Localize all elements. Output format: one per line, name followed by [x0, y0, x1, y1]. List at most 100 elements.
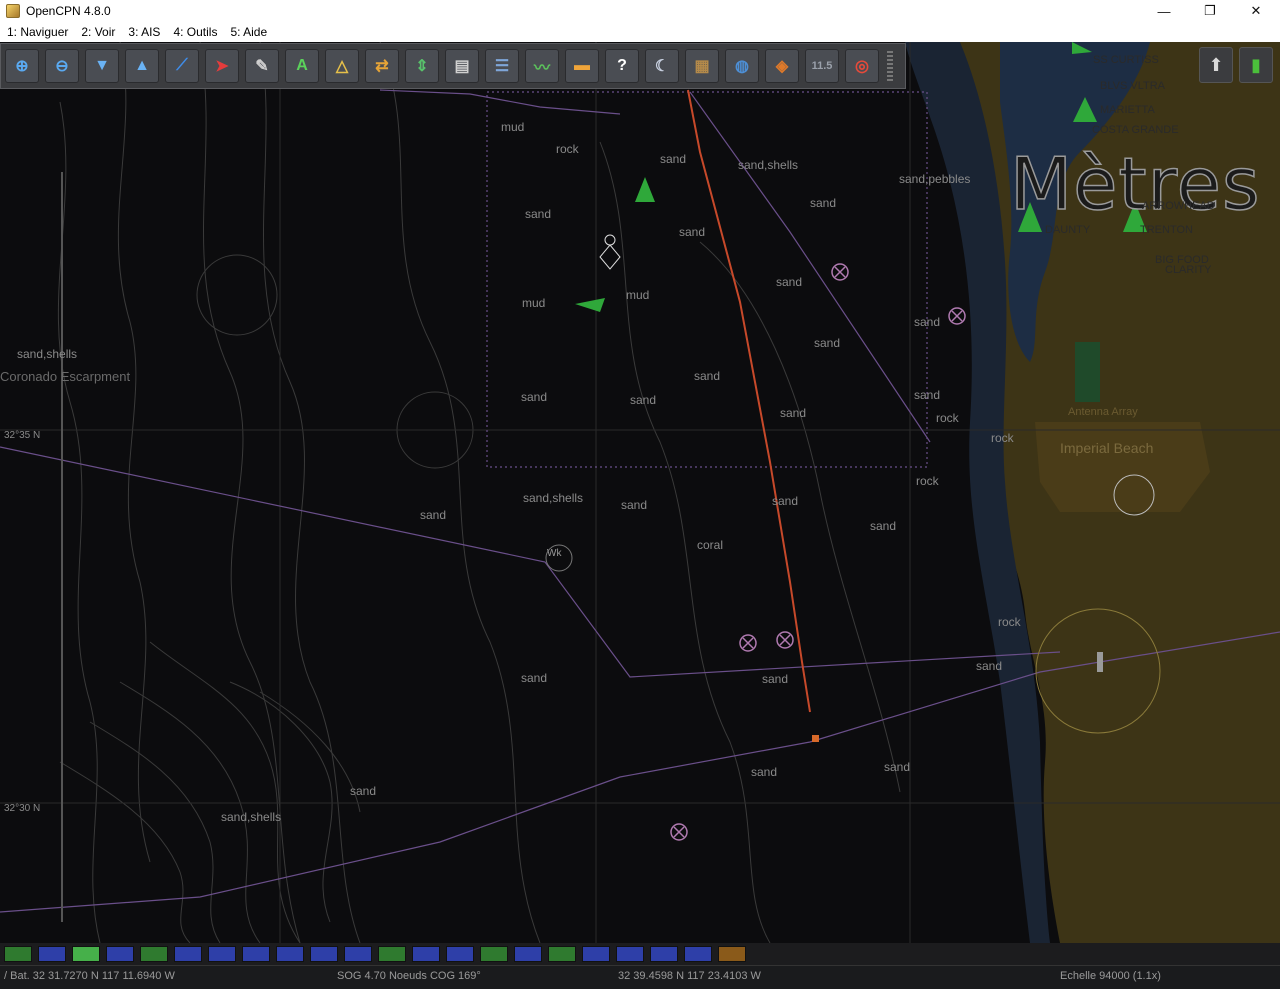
seabed-label: sand: [762, 672, 789, 686]
piano-key[interactable]: [208, 946, 236, 962]
piano-key[interactable]: [276, 946, 304, 962]
route-line: [687, 89, 811, 713]
auto-follow-icon[interactable]: ➤: [205, 49, 239, 83]
ship-label: BLVS VLTRA: [1100, 80, 1166, 92]
menu-help[interactable]: 5: Aide: [230, 25, 267, 39]
route-icon[interactable]: ⟋: [165, 49, 199, 83]
piano-key[interactable]: [106, 946, 134, 962]
piano-key[interactable]: [548, 946, 576, 962]
radar-icon[interactable]: ◈: [765, 49, 799, 83]
menu-ais[interactable]: 3: AIS: [128, 25, 160, 39]
piano-key[interactable]: [344, 946, 372, 962]
ship-position-status: / Bat. 32 31.7270 N 117 11.6940 W: [4, 970, 175, 982]
lifebuoy-icon[interactable]: ◎: [845, 49, 879, 83]
text-icon[interactable]: A: [285, 49, 319, 83]
zoom-in-icon[interactable]: ⊕: [5, 49, 39, 83]
menu-tools[interactable]: 4: Outils: [173, 25, 217, 39]
seabed-label: mud: [522, 296, 546, 310]
piano-key[interactable]: [310, 946, 338, 962]
dashboard-icon[interactable]: 11.5: [805, 49, 839, 83]
seabed-label: sand,pebbles: [899, 172, 971, 186]
antenna-label: Antenna Array: [1068, 406, 1138, 418]
toolbar-grip[interactable]: [887, 51, 893, 81]
park-area: [1075, 342, 1100, 402]
main-toolbar: ⊕ ⊖ ▼ ▲ ⟋ ➤ ✎ A △ ⇄ ⇕ ▤ ☰ 〰 ▬? ☾ ▦ ◍ ◈ 11.5 ◎: [0, 43, 906, 89]
print-icon[interactable]: ▤: [445, 49, 479, 83]
menu-navigate[interactable]: 1: Naviguer: [7, 25, 68, 39]
seabed-label: sand: [776, 275, 803, 289]
seabed-label: mud: [626, 288, 650, 302]
help-icon[interactable]: ?: [605, 49, 639, 83]
piano-key[interactable]: [616, 946, 644, 962]
settings-icon[interactable]: ✎: [245, 49, 279, 83]
color-scheme-icon[interactable]: ▬: [565, 49, 599, 83]
current-icon[interactable]: ⇄: [365, 49, 399, 83]
ship-label: TRENTON: [1140, 224, 1193, 236]
lat-label-30: 32°30 N: [4, 803, 41, 814]
piano-key[interactable]: [174, 946, 202, 962]
urban-area: [1035, 422, 1210, 512]
piano-key[interactable]: [72, 946, 100, 962]
seabed-label: sand: [525, 207, 552, 221]
piano-key[interactable]: [684, 946, 712, 962]
window-title: OpenCPN 4.8.0: [26, 4, 111, 18]
seabed-label: sand: [914, 388, 941, 402]
escarpment-label: Coronado Escarpment: [0, 369, 131, 384]
scale-in-icon[interactable]: ▼: [85, 49, 119, 83]
seabed-label: sand: [870, 519, 897, 533]
close-button[interactable]: ✕: [1233, 0, 1279, 22]
seabed-label: sand: [772, 494, 799, 508]
menu-view[interactable]: 2: Voir: [81, 25, 115, 39]
wreck-label: Wk: [547, 548, 562, 559]
seabed-label: sand: [679, 225, 706, 239]
opencpn-window: OpenCPN 4.8.0 — ❐ ✕ 1: Naviguer 2: Voir …: [0, 0, 1280, 989]
route-manager-icon[interactable]: ☰: [485, 49, 519, 83]
piano-key[interactable]: [38, 946, 66, 962]
piano-key[interactable]: [480, 946, 508, 962]
piano-key[interactable]: [446, 946, 474, 962]
status-bar: / Bat. 32 31.7270 N 117 11.6940 W SOG 4.…: [0, 965, 1280, 989]
seabed-label: sand: [751, 765, 778, 779]
seabed-label: rock: [991, 431, 1014, 445]
compass-icon[interactable]: ⬆: [1199, 47, 1233, 83]
piano-key[interactable]: [412, 946, 440, 962]
measure-icon[interactable]: ⇕: [405, 49, 439, 83]
globe-icon[interactable]: ◍: [725, 49, 759, 83]
hazard-markers: [670, 263, 966, 841]
seabed-label: sand: [780, 406, 807, 420]
scale-out-icon[interactable]: ▲: [125, 49, 159, 83]
piano-key[interactable]: [650, 946, 678, 962]
seabed-label: sand: [420, 508, 447, 522]
ship-label: CLARITY: [1165, 264, 1212, 276]
chart-canvas[interactable]: Mètres Coronado Escarpment 32°35 N 32°30…: [0, 42, 1280, 943]
seabed-label: sand: [914, 315, 941, 329]
seabed-label: sand,shells: [17, 347, 78, 361]
piano-key[interactable]: [718, 946, 746, 962]
piano-key[interactable]: [140, 946, 168, 962]
maximize-button[interactable]: ❐: [1187, 0, 1233, 22]
waypoint-marker: [812, 735, 819, 742]
seabed-label: sand: [814, 336, 841, 350]
sog-cog-status: SOG 4.70 Noeuds COG 169°: [337, 970, 481, 982]
night-icon[interactable]: ☾: [645, 49, 679, 83]
cursor-position-status: 32 39.4598 N 117 23.4103 W: [618, 970, 761, 982]
seabed-label: sand: [350, 784, 377, 798]
imperial-beach-label: Imperial Beach: [1060, 440, 1154, 456]
seabed-label: sand: [630, 393, 657, 407]
seabed-label: sand: [976, 659, 1003, 673]
zoom-out-icon[interactable]: ⊖: [45, 49, 79, 83]
piano-key[interactable]: [4, 946, 32, 962]
menu-bar: 1: Naviguer 2: Voir 3: AIS 4: Outils 5: …: [0, 22, 1280, 42]
piano-key[interactable]: [378, 946, 406, 962]
piano-key[interactable]: [242, 946, 270, 962]
scale-status: Echelle 94000 (1.1x): [1060, 970, 1161, 982]
seabed-label: sand: [660, 152, 687, 166]
signal-icon[interactable]: ▮: [1239, 47, 1273, 83]
tide-icon[interactable]: △: [325, 49, 359, 83]
track-icon[interactable]: 〰: [525, 49, 559, 83]
seabed-label: sand,shells: [221, 810, 282, 824]
piano-key[interactable]: [514, 946, 542, 962]
minimize-button[interactable]: —: [1141, 0, 1187, 22]
chart-quilt-icon[interactable]: ▦: [685, 49, 719, 83]
piano-key[interactable]: [582, 946, 610, 962]
